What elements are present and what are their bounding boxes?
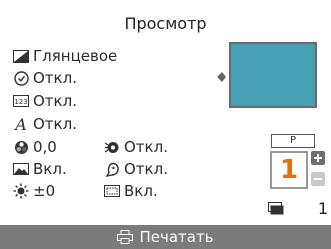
screen-title: Просмотр: [124, 14, 207, 33]
print-button[interactable]: Печатать: [0, 225, 331, 249]
red-eye-icon: [104, 139, 120, 155]
setting-value: Откл.: [124, 160, 168, 178]
setting-image-optimize[interactable]: Вкл.: [13, 159, 67, 179]
image-nav-arrow-icon[interactable]: [217, 72, 226, 82]
face-smoothing-icon: [104, 161, 120, 177]
print-preview-screen: Просмотр Глянцевое Откл. 123 Откл. A Отк…: [0, 0, 331, 249]
print-button-label: Печатать: [139, 228, 214, 246]
file-number-icon: 123: [13, 93, 29, 109]
setting-value: Вкл.: [124, 182, 158, 200]
paper-gloss-icon: [13, 48, 29, 64]
svg-text:123: 123: [14, 98, 27, 106]
setting-file-number[interactable]: 123 Откл.: [13, 91, 77, 111]
printer-icon: [117, 230, 134, 244]
font-style-icon: A: [13, 116, 29, 132]
setting-paper-type[interactable]: Глянцевое: [13, 46, 117, 66]
setting-color-tone[interactable]: 0,0: [13, 137, 57, 157]
setting-value: Откл.: [33, 115, 77, 133]
total-prints-count: 1: [317, 198, 328, 218]
brightness-icon: [13, 183, 29, 199]
setting-date[interactable]: Откл.: [13, 68, 77, 88]
paper-size-label: P: [271, 134, 315, 148]
copies-count[interactable]: 1: [270, 151, 308, 189]
color-tone-icon: [13, 139, 29, 155]
setting-brightness[interactable]: ±0: [13, 181, 55, 201]
setting-value: Откл.: [33, 69, 77, 87]
border-frame-icon: [104, 183, 120, 199]
setting-value: ±0: [33, 182, 56, 200]
increase-copies-button[interactable]: [311, 151, 325, 165]
setting-value: 0,0: [33, 138, 57, 156]
image-optimize-icon: [13, 161, 29, 177]
setting-red-eye[interactable]: Откл.: [104, 137, 168, 157]
setting-value: Откл.: [124, 138, 168, 156]
svg-text:A: A: [14, 116, 27, 132]
total-prints: 1: [268, 198, 328, 218]
setting-value: Глянцевое: [33, 47, 118, 65]
clock-date-icon: [13, 70, 29, 86]
setting-value: Вкл.: [33, 160, 67, 178]
setting-value: Откл.: [33, 92, 77, 110]
setting-font[interactable]: A Откл.: [13, 114, 77, 134]
stack-prints-icon: [268, 201, 284, 215]
setting-border[interactable]: Вкл.: [104, 181, 158, 201]
image-preview: [229, 42, 317, 108]
decrease-copies-button[interactable]: [311, 172, 325, 186]
setting-face-smoothing[interactable]: Откл.: [104, 159, 168, 179]
